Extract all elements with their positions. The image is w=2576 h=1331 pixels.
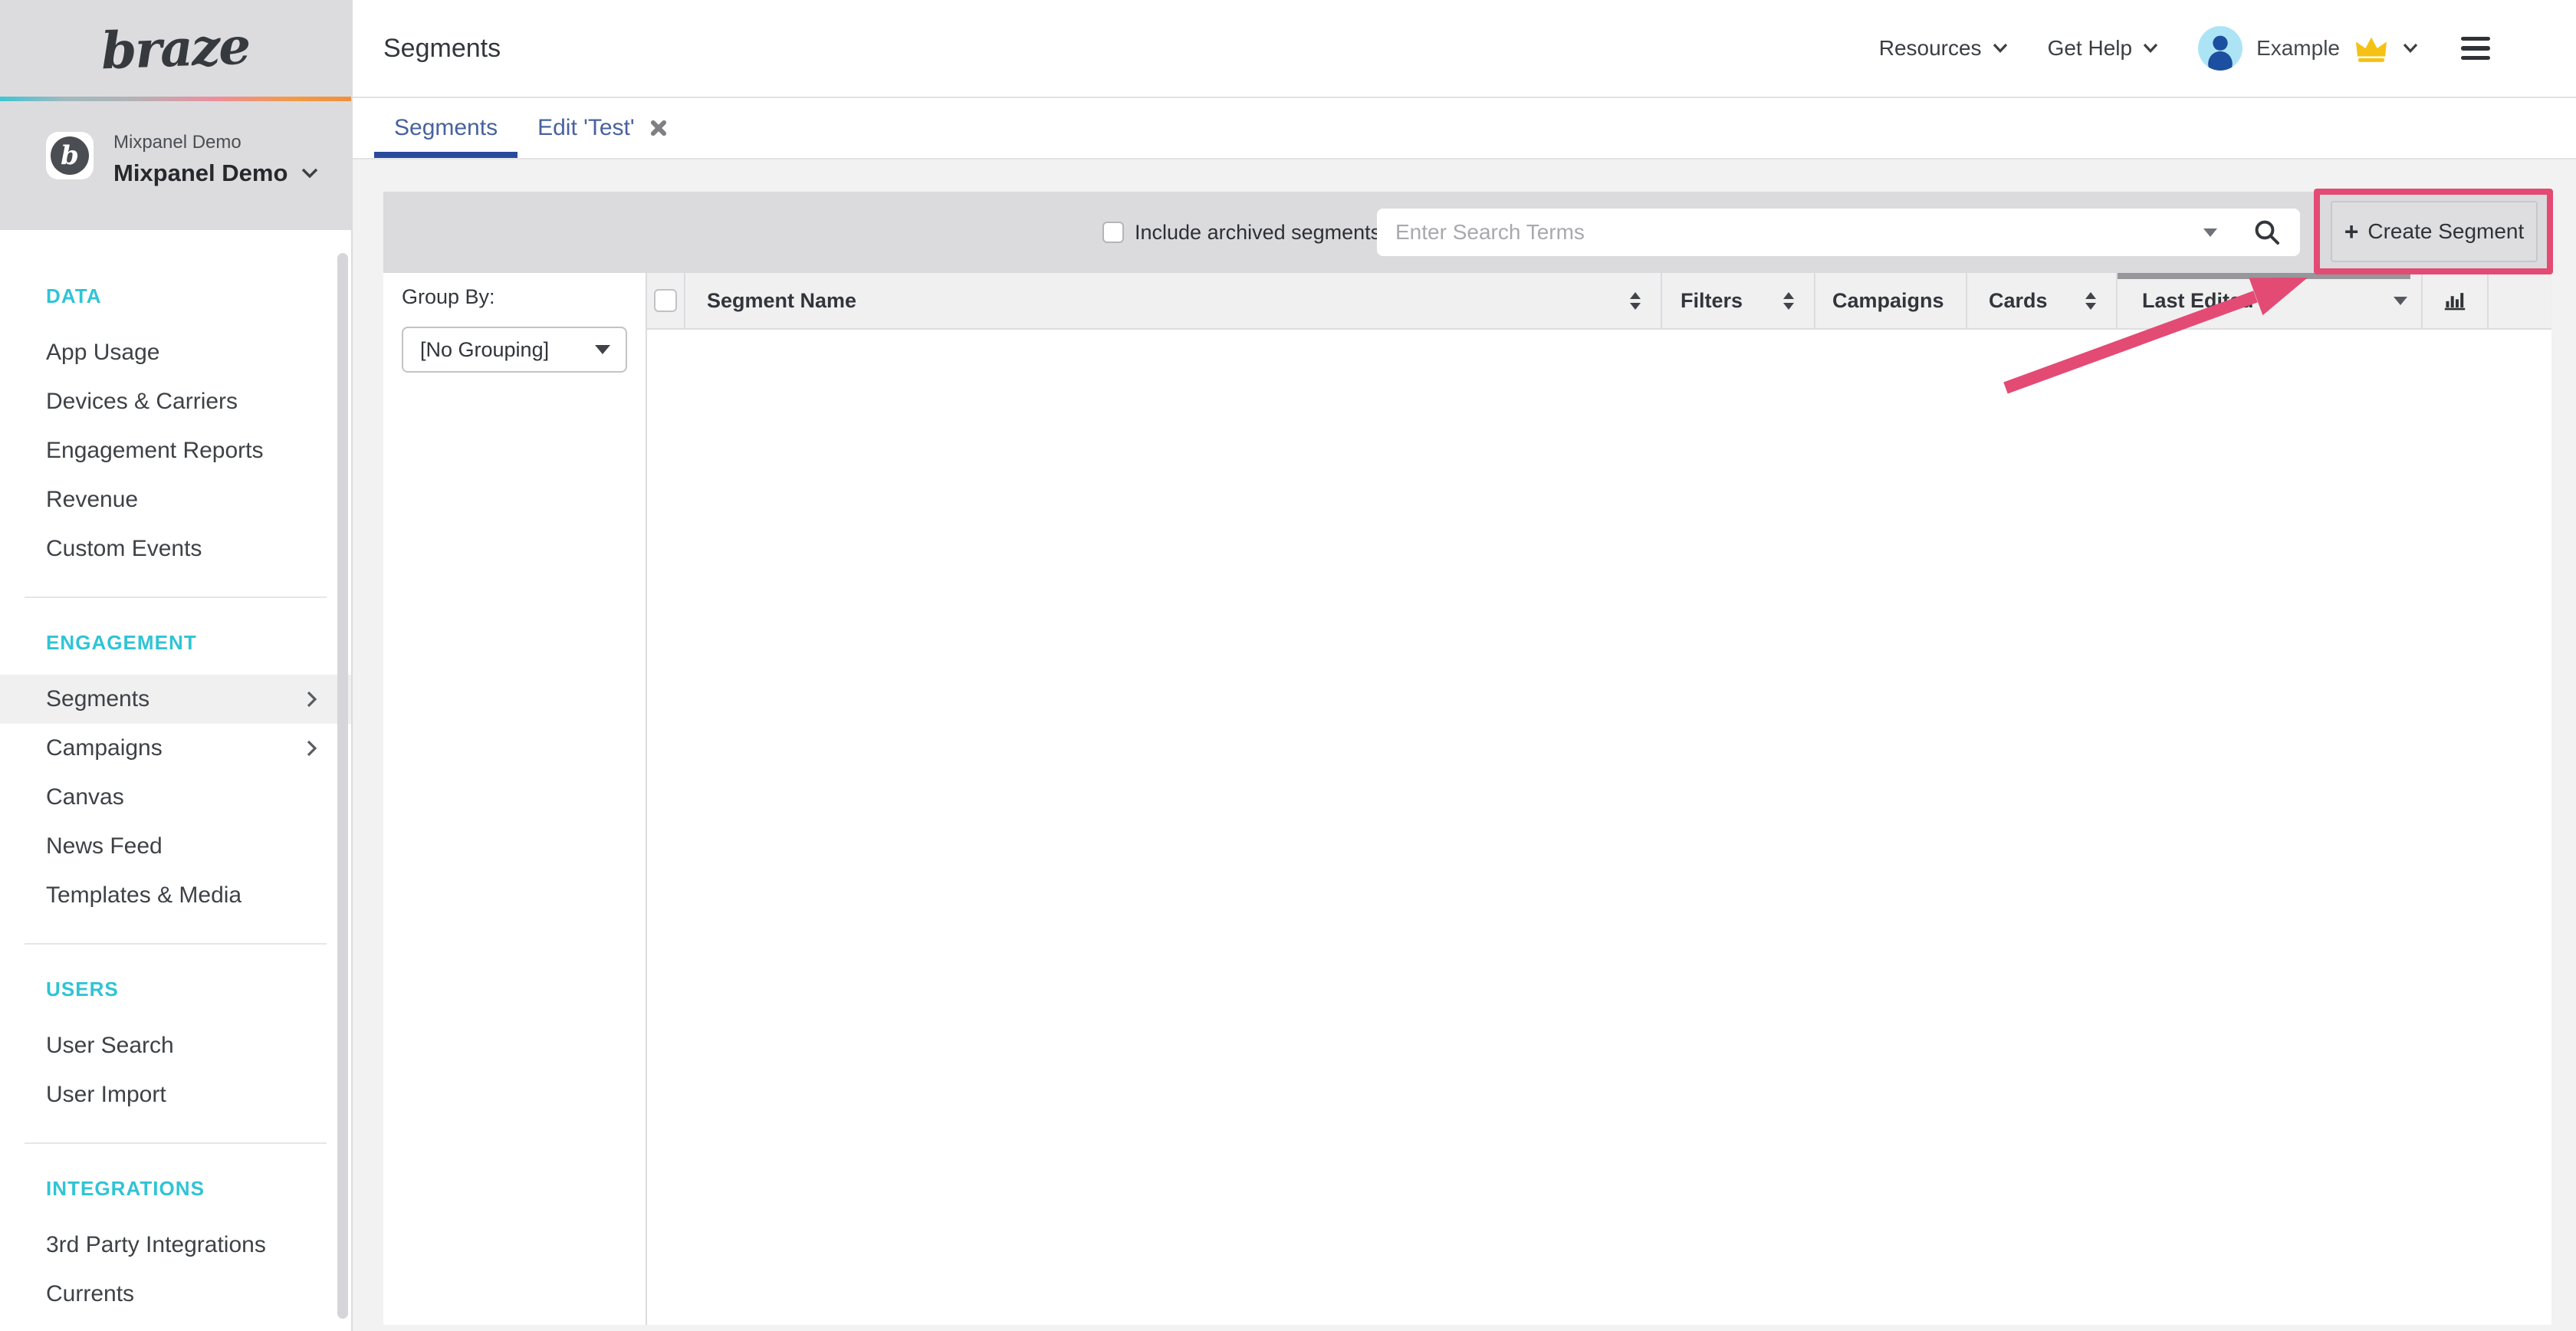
- resources-menu[interactable]: Resources: [1879, 36, 2008, 61]
- sidebar-item-devices-carriers[interactable]: Devices & Carriers: [0, 377, 351, 426]
- sidebar-item-templates-media[interactable]: Templates & Media: [0, 871, 351, 920]
- page-title: Segments: [353, 34, 501, 64]
- header-actions: Resources Get Help: [1879, 26, 2576, 71]
- sidebar-scrollbar-thumb[interactable]: [337, 253, 348, 1319]
- column-filters[interactable]: Filters: [1662, 273, 1815, 328]
- search-input[interactable]: [1377, 220, 2203, 245]
- column-last-edited[interactable]: Last Edited: [2118, 273, 2423, 328]
- tab-bar: Segments Edit 'Test': [353, 98, 2576, 159]
- workspace-app-icon: b: [46, 132, 94, 179]
- get-help-menu[interactable]: Get Help: [2048, 36, 2159, 61]
- sidebar-section-integrations: INTEGRATIONS 3rd Party Integrations Curr…: [0, 1175, 351, 1319]
- sidebar-item-currents[interactable]: Currents: [0, 1270, 351, 1319]
- column-analytics[interactable]: [2423, 273, 2489, 328]
- section-label-integrations: INTEGRATIONS: [0, 1175, 351, 1221]
- close-icon[interactable]: [649, 118, 669, 138]
- sidebar-item-user-import[interactable]: User Import: [0, 1070, 351, 1119]
- sidebar-section-users: USERS User Search User Import: [0, 975, 351, 1119]
- include-archived-control[interactable]: Include archived segments: [1102, 192, 1381, 273]
- sidebar-divider: [25, 943, 327, 945]
- workspace-labels: Mixpanel Demo Mixpanel Demo: [113, 132, 318, 187]
- group-by-value: [No Grouping]: [420, 338, 595, 362]
- chevron-right-icon: [307, 691, 317, 708]
- panel-table-divider: [646, 273, 647, 1325]
- sidebar-item-engagement-reports[interactable]: Engagement Reports: [0, 426, 351, 475]
- chevron-down-icon: [595, 345, 610, 354]
- braze-dashboard: braze b Mixpanel Demo Mixpanel Demo DATA: [0, 0, 2576, 1331]
- column-cards[interactable]: Cards: [1967, 273, 2118, 328]
- include-archived-checkbox[interactable]: [1102, 222, 1124, 243]
- search-icon[interactable]: [2254, 219, 2280, 245]
- sidebar-item-user-search[interactable]: User Search: [0, 1021, 351, 1070]
- section-label-data: DATA: [0, 282, 351, 328]
- content-surface: [383, 273, 2551, 1325]
- column-campaigns[interactable]: Campaigns: [1815, 273, 1967, 328]
- sidebar-item-segments[interactable]: Segments: [0, 675, 351, 724]
- chevron-down-icon: [1993, 43, 2008, 54]
- braze-b-icon: b: [51, 136, 89, 175]
- sidebar-item-news-feed[interactable]: News Feed: [0, 822, 351, 871]
- tab-edit-test[interactable]: Edit 'Test': [518, 98, 688, 158]
- hamburger-menu-icon[interactable]: [2461, 37, 2490, 61]
- sidebar-item-app-usage[interactable]: App Usage: [0, 328, 351, 377]
- logo-block: braze: [0, 0, 351, 97]
- sidebar-item-3rd-party-integrations[interactable]: 3rd Party Integrations: [0, 1221, 351, 1270]
- plus-icon: +: [2344, 219, 2359, 244]
- group-by-dropdown[interactable]: [No Grouping]: [402, 327, 627, 373]
- chevron-right-icon: [307, 740, 317, 757]
- sidebar-item-canvas[interactable]: Canvas: [0, 773, 351, 822]
- user-avatar: [2198, 26, 2242, 71]
- section-label-users: USERS: [0, 975, 351, 1021]
- account-name: Example: [2256, 36, 2340, 61]
- group-by-label: Group By:: [402, 285, 495, 309]
- sort-icon[interactable]: [2085, 292, 2096, 310]
- column-spacer: [2489, 273, 2551, 328]
- chevron-down-icon: [2143, 43, 2158, 54]
- workspace-app-group-name: Mixpanel Demo: [113, 159, 288, 187]
- chevron-down-icon[interactable]: [2394, 297, 2407, 305]
- section-label-engagement: ENGAGEMENT: [0, 629, 351, 675]
- select-all-cell: [647, 273, 685, 328]
- bar-chart-icon: [2444, 291, 2466, 311]
- segments-table-header: Segment Name Filters Campaigns Cards Las…: [647, 273, 2551, 330]
- search-options-caret-icon[interactable]: [2203, 228, 2217, 237]
- column-segment-name[interactable]: Segment Name: [685, 273, 1662, 328]
- sidebar-item-campaigns[interactable]: Campaigns: [0, 724, 351, 773]
- chevron-down-icon[interactable]: [301, 168, 318, 179]
- sidebar-divider: [25, 1142, 327, 1144]
- sort-icon[interactable]: [1783, 292, 1794, 310]
- sorted-column-indicator: [2118, 273, 2410, 279]
- sidebar-nav: DATA App Usage Devices & Carriers Engage…: [0, 230, 351, 1319]
- sidebar: braze b Mixpanel Demo Mixpanel Demo DATA: [0, 0, 353, 1331]
- workspace-switcher[interactable]: b Mixpanel Demo Mixpanel Demo: [0, 101, 351, 230]
- create-segment-button[interactable]: + Create Segment: [2331, 201, 2538, 262]
- sidebar-item-custom-events[interactable]: Custom Events: [0, 524, 351, 573]
- braze-logo[interactable]: braze: [100, 16, 251, 81]
- sidebar-divider: [25, 596, 327, 598]
- chevron-down-icon: [2403, 43, 2418, 54]
- include-archived-label: Include archived segments: [1135, 221, 1381, 245]
- sidebar-section-engagement: ENGAGEMENT Segments Campaigns Canvas New…: [0, 629, 351, 920]
- workspace-company-name: Mixpanel Demo: [113, 132, 318, 153]
- select-all-checkbox[interactable]: [654, 289, 677, 312]
- sidebar-item-revenue[interactable]: Revenue: [0, 475, 351, 524]
- sidebar-section-data: DATA App Usage Devices & Carriers Engage…: [0, 282, 351, 573]
- top-header: Segments Resources Get Help: [353, 0, 2576, 98]
- sort-icon[interactable]: [1630, 292, 1641, 310]
- search-box: [1377, 209, 2300, 256]
- tab-segments[interactable]: Segments: [374, 98, 518, 158]
- account-menu[interactable]: Example: [2198, 26, 2418, 71]
- crown-icon: [2354, 34, 2389, 63]
